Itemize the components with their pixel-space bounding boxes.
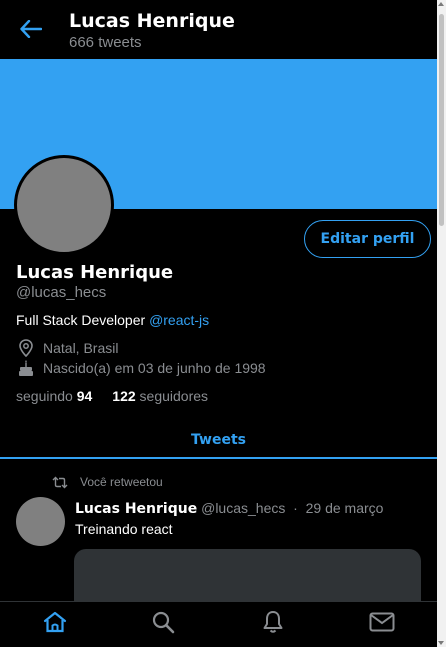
mail-icon	[369, 612, 395, 637]
following-label: seguindo	[16, 388, 73, 404]
scroll-down-arrow-icon[interactable]	[438, 641, 444, 645]
cake-icon	[16, 358, 36, 378]
tweet-count: 666 tweets	[69, 34, 142, 51]
tweet-meta: Lucas Henrique @lucas_hecs · 29 de março	[75, 500, 383, 517]
profile-bio: Full Stack Developer @react-js	[16, 312, 209, 328]
retweet-note: Você retweetou	[52, 475, 163, 489]
bio-link[interactable]: @react-js	[149, 312, 209, 328]
tweet-date[interactable]: 29 de março	[306, 500, 384, 516]
search-icon	[152, 611, 175, 639]
nav-notifications[interactable]	[253, 605, 293, 645]
profile-avatar[interactable]	[14, 155, 114, 255]
scrollbar-thumb[interactable]	[439, 14, 444, 226]
tweet-author-handle: @lucas_hecs	[201, 500, 286, 516]
scroll-up-arrow-icon[interactable]	[438, 2, 444, 6]
tab-tweets[interactable]: Tweets	[0, 420, 437, 460]
nav-search[interactable]	[144, 605, 184, 645]
tweet-media[interactable]	[74, 549, 421, 609]
profile-handle: @lucas_hecs	[16, 284, 107, 301]
bio-text: Full Stack Developer	[16, 312, 146, 328]
location-pin-icon	[16, 338, 36, 358]
edit-profile-button[interactable]: Editar perfil	[304, 220, 431, 258]
tweet-text: Treinando react	[75, 521, 173, 537]
following-count: 94	[76, 388, 93, 404]
back-button[interactable]	[16, 16, 46, 46]
tweet-avatar[interactable]	[16, 497, 65, 546]
top-header: Lucas Henrique 666 tweets	[0, 0, 437, 59]
retweet-note-text: Você retweetou	[80, 475, 163, 489]
bottom-nav	[0, 601, 437, 647]
profile-name: Lucas Henrique	[16, 262, 174, 283]
arrow-left-icon	[20, 19, 43, 43]
tweet-meta-separator: ·	[293, 500, 298, 516]
home-icon	[43, 611, 67, 639]
follow-stats: seguindo 94 122 seguidores	[16, 388, 208, 404]
birthday-text: Nascido(a) em 03 de junho de 1998	[43, 360, 266, 376]
followers-stat[interactable]: 122 seguidores	[112, 388, 208, 404]
nav-messages[interactable]	[362, 605, 402, 645]
followers-count: 122	[112, 388, 136, 404]
profile-birthday: Nascido(a) em 03 de junho de 1998	[16, 358, 266, 378]
tab-underline	[0, 457, 437, 459]
tweet-author-name[interactable]: Lucas Henrique	[75, 501, 197, 517]
header-title: Lucas Henrique	[69, 10, 235, 32]
bell-icon	[262, 610, 284, 639]
followers-label: seguidores	[139, 388, 209, 404]
location-text: Natal, Brasil	[43, 340, 119, 356]
profile-location: Natal, Brasil	[16, 338, 118, 358]
following-stat[interactable]: seguindo 94	[16, 388, 92, 404]
retweet-icon	[52, 476, 68, 489]
scrollbar[interactable]	[437, 0, 446, 647]
nav-home[interactable]	[35, 605, 75, 645]
